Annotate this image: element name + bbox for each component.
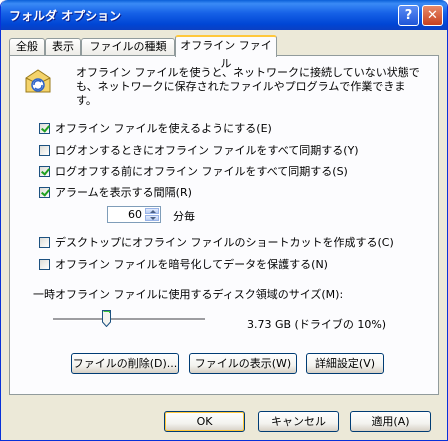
checkbox-label: ログオンするときにオフライン ファイルをすべて同期する(Y): [55, 144, 359, 157]
sync-on-logon-checkbox[interactable]: ログオンするときにオフライン ファイルをすべて同期する(Y): [39, 143, 359, 157]
tab-file-types[interactable]: ファイルの種類: [81, 38, 175, 56]
folder-options-dialog: フォルダ オプション ? ✕ 全般 表示 ファイルの種類 オフライン ファイル …: [0, 0, 448, 441]
checkbox-label: デスクトップにオフライン ファイルのショートカットを作成する(C): [55, 236, 394, 249]
sync-before-logoff-checkbox[interactable]: ログオフする前にオフライン ファイルをすべて同期する(S): [39, 164, 348, 178]
title-bar[interactable]: フォルダ オプション ? ✕: [1, 0, 447, 30]
checkbox-label: オフライン ファイルを使えるようにする(E): [55, 122, 272, 135]
intro-text: オフライン ファイルを使うと、ネットワークに接続していない状態でも、ネットワーク…: [76, 66, 420, 107]
disk-space-slider-thumb[interactable]: [102, 310, 111, 327]
reminder-interval-spinbox[interactable]: 60: [107, 206, 161, 223]
enable-offline-files-checkbox[interactable]: オフライン ファイルを使えるようにする(E): [39, 121, 272, 135]
window-title: フォルダ オプション: [9, 9, 122, 23]
spin-down-icon[interactable]: [145, 215, 159, 221]
close-button[interactable]: ✕: [422, 5, 443, 26]
spin-up-icon[interactable]: [145, 208, 159, 214]
delete-files-button[interactable]: ファイルの削除(D)...: [71, 353, 179, 374]
checkbox-box[interactable]: [39, 165, 50, 177]
checkbox-box[interactable]: [39, 144, 50, 156]
checkbox-label: ログオフする前にオフライン ファイルをすべて同期する(S): [55, 165, 348, 178]
reminder-interval-value[interactable]: 60: [128, 208, 142, 221]
help-button[interactable]: ?: [398, 5, 419, 26]
advanced-button[interactable]: 詳細設定(V): [306, 353, 384, 374]
encrypt-offline-files-checkbox[interactable]: オフライン ファイルを暗号化してデータを保護する(N): [39, 257, 328, 271]
offline-files-sync-icon: [25, 69, 51, 93]
cancel-button[interactable]: キャンセル: [258, 411, 339, 432]
checkbox-label: アラームを表示する間隔(R): [55, 186, 192, 199]
checkbox-box[interactable]: [39, 122, 50, 134]
tab-view[interactable]: 表示: [45, 38, 81, 56]
disk-space-label: 一時オフライン ファイルに使用するディスク領域のサイズ(M):: [33, 288, 344, 301]
checkbox-box[interactable]: [39, 258, 50, 270]
checkbox-box[interactable]: [39, 236, 50, 248]
ok-button[interactable]: OK: [164, 411, 245, 432]
view-files-button[interactable]: ファイルの表示(W): [189, 353, 297, 374]
checkbox-label: オフライン ファイルを暗号化してデータを保護する(N): [55, 258, 328, 271]
display-reminder-checkbox[interactable]: アラームを表示する間隔(R): [39, 185, 192, 199]
tab-offline-files[interactable]: オフライン ファイル: [175, 35, 277, 70]
reminder-unit-label: 分毎: [173, 210, 195, 223]
create-shortcut-checkbox[interactable]: デスクトップにオフライン ファイルのショートカットを作成する(C): [39, 235, 394, 249]
disk-space-value: 3.73 GB (ドライブの 10%): [247, 318, 387, 331]
checkbox-box[interactable]: [39, 186, 50, 198]
apply-button[interactable]: 適用(A): [350, 411, 431, 432]
spin-buttons: [145, 208, 159, 221]
tab-general[interactable]: 全般: [9, 38, 45, 56]
disk-space-slider-track[interactable]: [53, 318, 205, 321]
